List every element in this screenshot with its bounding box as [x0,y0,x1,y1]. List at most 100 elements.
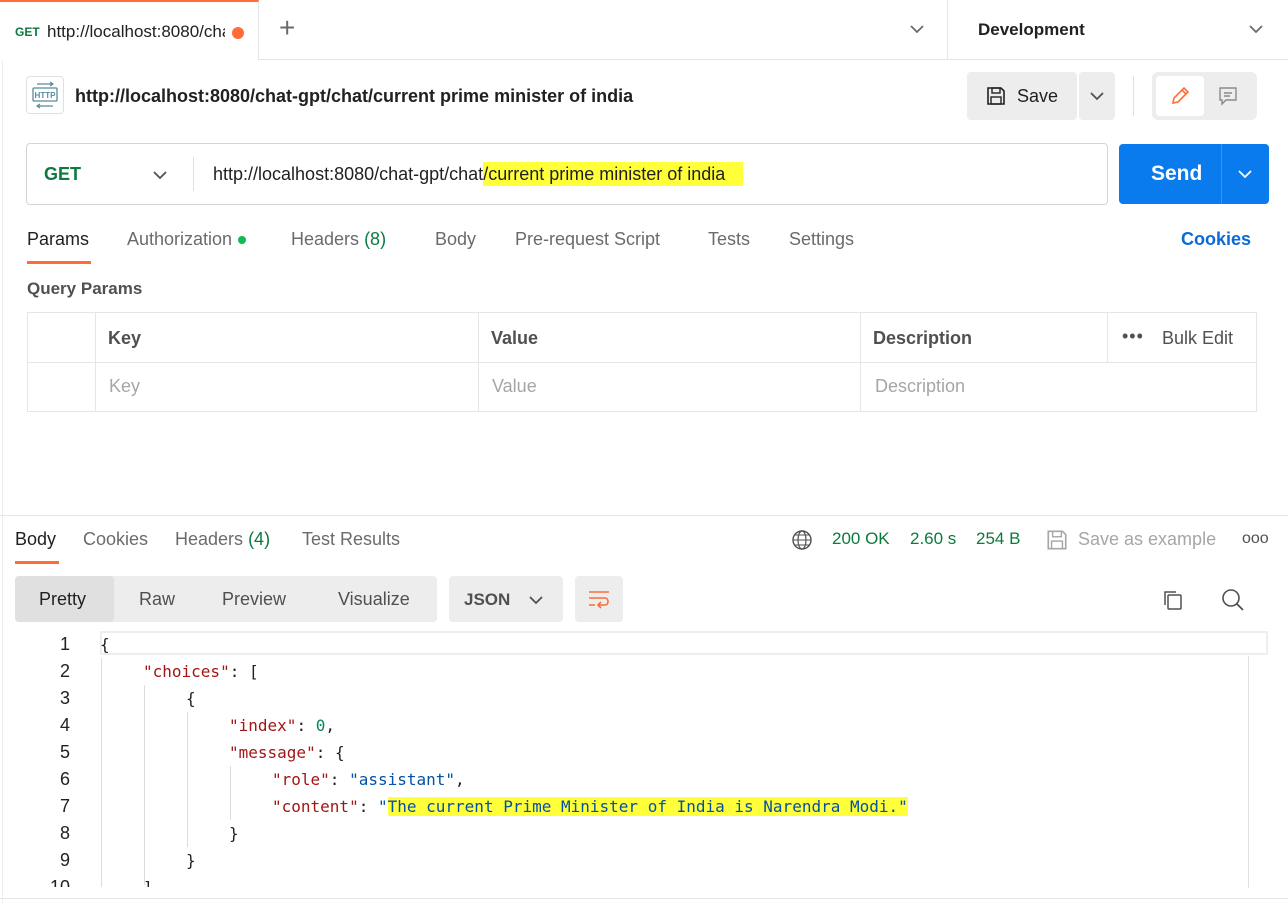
status-code[interactable]: 200 OK [832,529,890,549]
tab-pre-request-script[interactable]: Pre-request Script [515,229,660,250]
chevron-down-icon [1090,92,1104,101]
line-number: 6 [59,769,70,789]
save-button[interactable]: Save [967,72,1077,120]
tab-authorization-label: Authorization [127,229,233,249]
method-selector[interactable]: GET [44,164,81,185]
response-tab-body[interactable]: Body [15,529,56,550]
save-options-button[interactable] [1079,72,1115,120]
header-value: Value [491,328,539,348]
json-string-highlighted: The current Prime Minister of India is N… [387,797,908,816]
response-time[interactable]: 2.60 s [910,529,956,549]
search-icon[interactable] [1220,587,1246,613]
json-key: "content" [272,797,359,816]
new-tab-plus-icon[interactable]: + [279,14,295,42]
environment-selector[interactable]: Development [978,20,1085,40]
language-label: JSON [464,590,511,609]
editor-scrollbar[interactable] [1248,656,1249,888]
view-mode-toggle [1152,72,1257,120]
tab-bar: GET http://localhost:8080/chat-gpt/chat/… [0,0,1288,60]
tab-method: GET [15,25,40,39]
format-raw[interactable]: Raw [139,589,175,610]
json-punct: : [ [229,662,259,681]
save-as-example-button[interactable]: Save as example [1078,529,1216,550]
json-key: "index" [229,716,297,735]
tab-params[interactable]: Params [27,229,89,250]
code-text: } [186,851,196,870]
save-example-disk-icon [1047,530,1067,550]
json-punct: : { [315,743,345,762]
tab-settings[interactable]: Settings [789,229,854,250]
json-key: "choices" [143,662,230,681]
tab-title: http://localhost:8080/chat-gpt/chat/curr… [47,22,225,41]
send-divider [1221,144,1222,204]
response-body-editor[interactable]: 1 { 2 "choices": [ 3 { 4 "index": 0, 5 "messa… [0,631,1248,887]
response-size[interactable]: 254 B [976,529,1020,549]
header-key: Key [108,328,142,348]
globe-icon[interactable] [791,529,813,551]
more-options-icon[interactable]: ••• [1122,326,1144,347]
response-divider[interactable] [0,515,1288,516]
json-punct: : [358,797,378,816]
url-prefix: http://localhost:8080/chat-gpt/chat [213,164,484,184]
cookies-link[interactable]: Cookies [1181,229,1251,250]
col-divider [1107,313,1108,362]
response-tab-cookies[interactable]: Cookies [83,529,148,550]
send-label: Send [1151,162,1203,185]
wrap-lines-icon [589,591,609,609]
request-tab[interactable]: GET http://localhost:8080/chat-gpt/chat/… [0,0,259,60]
tab-tests[interactable]: Tests [708,229,750,250]
code-text: { [100,635,110,654]
bulk-edit-button[interactable]: Bulk Edit [1162,328,1233,349]
comment-icon[interactable] [1217,85,1239,107]
line-number: 3 [59,688,70,708]
description-input[interactable]: Description [875,376,965,397]
format-pretty[interactable]: Pretty [39,589,86,610]
indent-guide [230,766,231,820]
chevron-down-icon [529,596,543,605]
url-bar: GET http://localhost:8080/chat-gpt/chat/… [26,143,1108,205]
line-number: 7 [59,796,70,816]
format-preview[interactable]: Preview [222,589,286,610]
row-divider [28,362,1256,363]
response-tab-test-results[interactable]: Test Results [302,529,400,550]
pencil-icon [1171,86,1190,105]
language-selector[interactable]: JSON [449,576,563,622]
send-chevron-down-icon[interactable] [1237,168,1253,180]
line-number: 9 [59,850,70,870]
svg-text:HTTP: HTTP [35,91,57,100]
tab-body[interactable]: Body [435,229,476,250]
key-input[interactable]: Key [109,376,140,397]
query-params-table: Key Value Description ••• Bulk Edit Key … [27,312,1257,412]
unsaved-dot-icon [232,27,244,39]
request-title[interactable]: http://localhost:8080/chat-gpt/chat/curr… [75,86,633,107]
tab-headers-count: (8) [364,229,387,249]
response-tab-headers[interactable]: Headers (4) [175,529,270,550]
edit-mode-button[interactable] [1156,76,1204,116]
json-punct: , [455,770,465,789]
code-text: { [186,689,196,708]
line-number: 1 [59,634,70,654]
format-visualize[interactable]: Visualize [338,589,410,610]
wrap-lines-button[interactable] [575,576,623,622]
url-highlighted-path: /current prime minister of india [483,162,744,186]
code-text: } [229,824,239,843]
line-number: 4 [59,715,70,735]
tab-authorization[interactable]: Authorization [127,229,247,250]
active-response-tab-underline [15,561,59,564]
response-more-options-icon[interactable]: ooo [1242,530,1269,548]
env-divider [947,0,948,60]
method-divider [193,157,194,191]
format-toggle: Pretty Raw Preview Visualize [15,576,437,622]
url-input[interactable]: http://localhost:8080/chat-gpt/chat/curr… [213,162,744,186]
copy-icon[interactable] [1161,588,1185,612]
method-chevron-down-icon[interactable] [152,169,168,181]
response-tab-headers-count: (4) [248,529,271,549]
tab-headers[interactable]: Headers (8) [291,229,386,250]
value-input[interactable]: Value [492,376,537,397]
bottom-border [0,898,1288,899]
environment-chevron-down-icon[interactable] [1248,23,1264,35]
save-disk-icon [987,87,1005,105]
tabs-chevron-down-icon[interactable] [909,23,925,35]
send-button[interactable]: Send [1119,144,1269,204]
line-number: 8 [59,823,70,843]
